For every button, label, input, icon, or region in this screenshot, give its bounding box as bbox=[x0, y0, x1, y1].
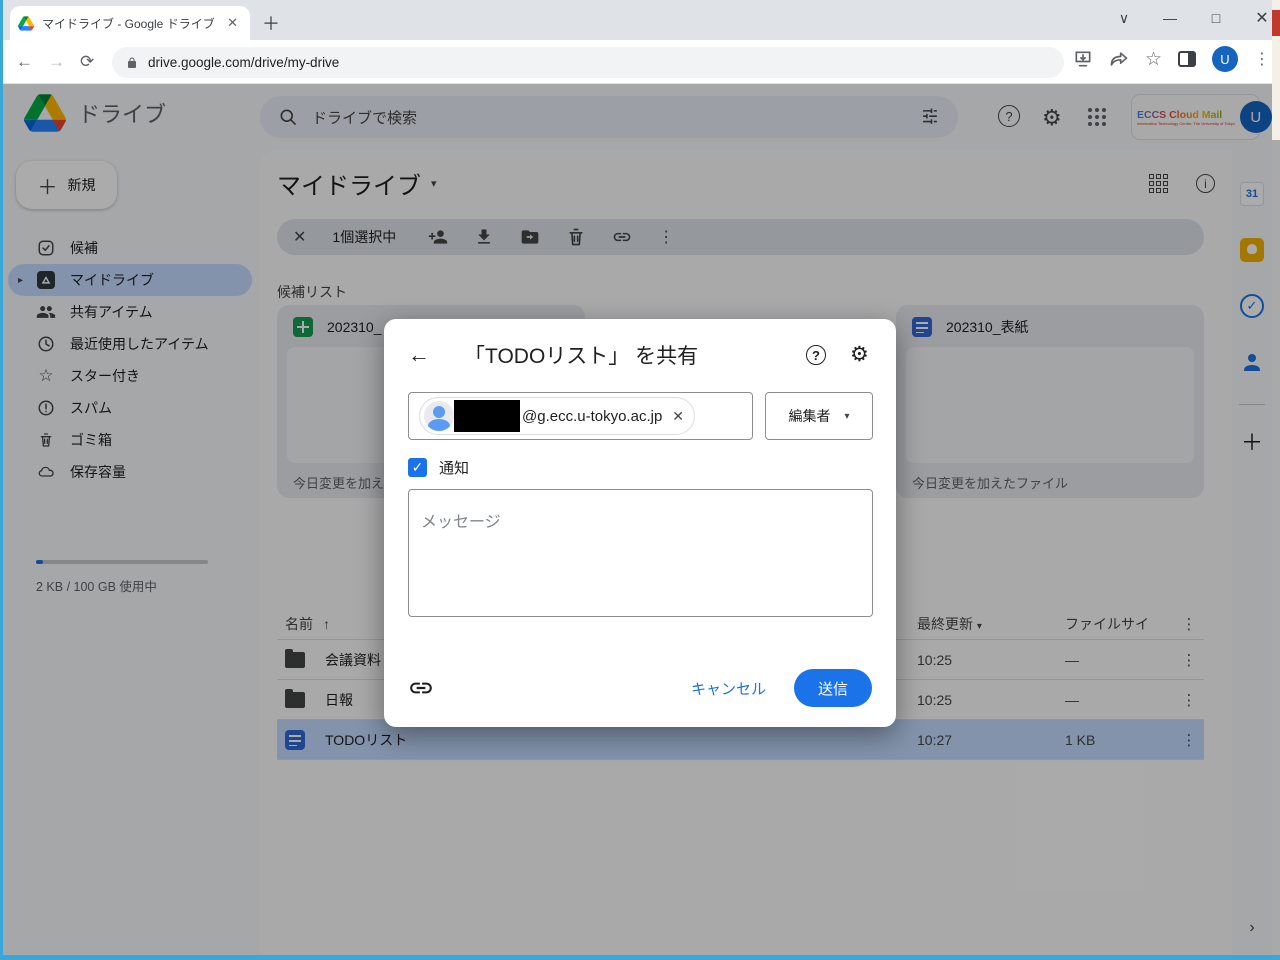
screenshare-border-left bbox=[0, 0, 3, 960]
window-maximize-button[interactable]: □ bbox=[1206, 10, 1226, 26]
browser-menu-icon[interactable]: ⋮ bbox=[1254, 49, 1270, 69]
tab-close-icon[interactable]: ✕ bbox=[223, 15, 242, 31]
bookmark-star-icon[interactable]: ☆ bbox=[1145, 48, 1162, 71]
role-caret-icon: ▾ bbox=[844, 411, 849, 422]
notify-checkbox[interactable]: ✓ bbox=[408, 458, 427, 477]
cancel-button[interactable]: キャンセル bbox=[673, 670, 784, 707]
screen: マイドライブ - Google ドライブ ✕ ＋ ∨ — □ ✕ ← → ⟳ d… bbox=[0, 0, 1280, 960]
recipient-chip[interactable]: @g.ecc.u-tokyo.ac.jp ✕ bbox=[419, 397, 695, 435]
remove-recipient-icon[interactable]: ✕ bbox=[668, 408, 684, 425]
share-icon[interactable] bbox=[1109, 49, 1129, 69]
back-button[interactable]: ← bbox=[16, 52, 33, 72]
reload-button[interactable]: ⟳ bbox=[80, 52, 94, 72]
browser-tab-bar: マイドライブ - Google ドライブ ✕ ＋ ∨ — □ ✕ bbox=[0, 0, 1280, 40]
recipient-input[interactable]: @g.ecc.u-tokyo.ac.jp ✕ bbox=[408, 392, 753, 440]
tab-title: マイドライブ - Google ドライブ bbox=[42, 15, 215, 32]
message-textarea[interactable] bbox=[408, 489, 873, 617]
role-value: 編集者 bbox=[788, 406, 830, 426]
redacted-name bbox=[454, 400, 520, 432]
forward-button[interactable]: → bbox=[48, 52, 65, 72]
recipient-email: @g.ecc.u-tokyo.ac.jp bbox=[522, 408, 662, 425]
recipient-avatar bbox=[424, 401, 454, 431]
background-window-sliver bbox=[1272, 0, 1280, 960]
window-minimize-button[interactable]: — bbox=[1160, 10, 1180, 26]
window-close-button[interactable]: ✕ bbox=[1252, 8, 1272, 28]
dialog-back-icon[interactable]: ← bbox=[408, 342, 430, 368]
dialog-title: 「TODOリスト」 を共有 bbox=[454, 340, 782, 370]
side-panel-icon[interactable] bbox=[1178, 51, 1196, 67]
dialog-settings-icon[interactable]: ⚙ bbox=[850, 344, 872, 366]
share-dialog: ← 「TODOリスト」 を共有 ? ⚙ @g.ecc.u-tokyo.ac.jp… bbox=[384, 319, 896, 727]
new-tab-button[interactable]: ＋ bbox=[262, 10, 280, 36]
drive-favicon bbox=[18, 16, 34, 31]
screenshare-border-bottom bbox=[0, 955, 1280, 960]
install-icon[interactable] bbox=[1073, 49, 1093, 69]
address-bar[interactable]: drive.google.com/drive/my-drive bbox=[112, 47, 1064, 78]
copy-link-icon[interactable] bbox=[408, 675, 434, 701]
browser-profile-avatar[interactable]: U bbox=[1212, 46, 1238, 72]
send-button[interactable]: 送信 bbox=[794, 669, 872, 707]
notify-label: 通知 bbox=[439, 457, 469, 478]
role-select[interactable]: 編集者 ▾ bbox=[765, 392, 873, 440]
tab-search-icon[interactable]: ∨ bbox=[1114, 10, 1134, 27]
dialog-help-icon[interactable]: ? bbox=[806, 345, 826, 365]
browser-tab[interactable]: マイドライブ - Google ドライブ ✕ bbox=[10, 6, 250, 40]
lock-icon bbox=[126, 56, 138, 70]
url-text: drive.google.com/drive/my-drive bbox=[148, 55, 339, 70]
